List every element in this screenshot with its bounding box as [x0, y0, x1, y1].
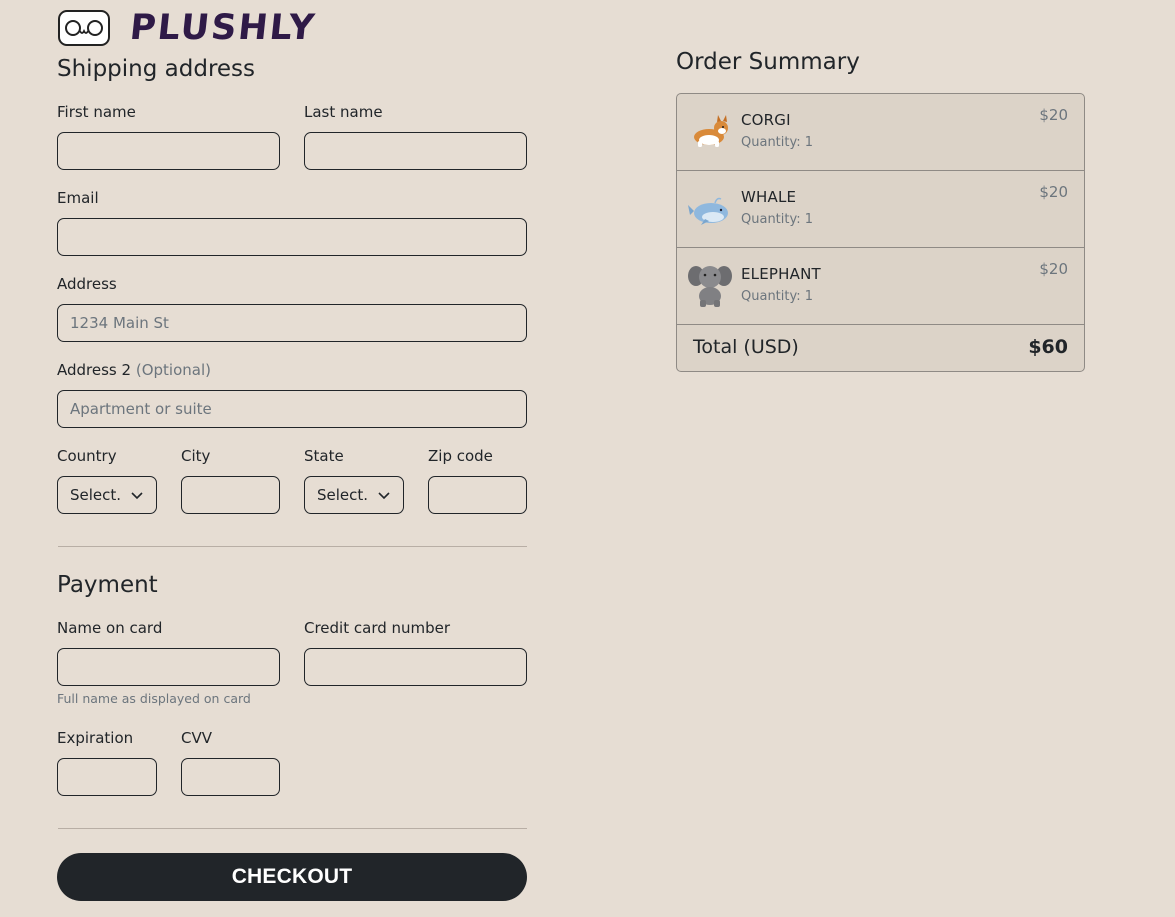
card-number-field[interactable]	[304, 648, 527, 686]
elephant-plush-icon	[688, 266, 732, 307]
country-select-value: Select.	[70, 486, 122, 504]
last-name-label: Last name	[304, 103, 383, 121]
zip-field[interactable]	[428, 476, 527, 514]
item-price: $20	[1039, 260, 1068, 278]
plush-face-icon	[58, 10, 110, 46]
item-price: $20	[1039, 183, 1068, 201]
payment-title: Payment	[57, 572, 158, 598]
address-field[interactable]	[57, 304, 527, 342]
name-on-card-label: Name on card	[57, 619, 163, 637]
city-label: City	[181, 447, 211, 465]
order-summary-list: CORGI Quantity: 1 $20 WHALE Quantity: 1 …	[676, 93, 1085, 372]
zip-label: Zip code	[428, 447, 493, 465]
total-label: Total (USD)	[693, 336, 799, 358]
address2-label-text: Address 2	[57, 361, 132, 379]
item-quantity: Quantity: 1	[741, 212, 814, 227]
list-item: WHALE Quantity: 1 $20	[677, 171, 1084, 248]
item-name: ELEPHANT	[741, 265, 821, 283]
first-name-label: First name	[57, 103, 136, 121]
item-price: $20	[1039, 106, 1068, 124]
order-total-row: Total (USD) $60	[677, 325, 1084, 371]
country-label: Country	[57, 447, 117, 465]
optional-hint: (Optional)	[135, 361, 211, 379]
item-quantity: Quantity: 1	[741, 135, 814, 150]
expiration-field[interactable]	[57, 758, 157, 796]
email-field[interactable]	[57, 218, 527, 256]
email-label: Email	[57, 189, 99, 207]
corgi-plush-icon	[694, 115, 728, 147]
list-item: ELEPHANT Quantity: 1 $20	[677, 248, 1084, 325]
total-value: $60	[1028, 336, 1068, 358]
country-select[interactable]: Select.	[57, 476, 157, 514]
chevron-down-icon	[131, 492, 143, 500]
item-name: WHALE	[741, 188, 797, 206]
item-quantity: Quantity: 1	[741, 289, 814, 304]
expiration-label: Expiration	[57, 729, 134, 747]
address2-label: Address 2 (Optional)	[57, 361, 211, 379]
divider	[58, 828, 527, 829]
brand-logo[interactable]: PLUSHLY	[58, 8, 318, 48]
first-name-field[interactable]	[57, 132, 280, 170]
name-on-card-field[interactable]	[57, 648, 280, 686]
state-select[interactable]: Select.	[304, 476, 404, 514]
cvv-field[interactable]	[181, 758, 280, 796]
whale-plush-icon	[688, 197, 728, 225]
order-summary-title: Order Summary	[676, 49, 860, 75]
address2-field[interactable]	[57, 390, 527, 428]
city-field[interactable]	[181, 476, 280, 514]
brand-name: PLUSHLY	[127, 8, 318, 48]
item-name: CORGI	[741, 111, 791, 129]
shipping-title: Shipping address	[57, 56, 256, 82]
card-number-label: Credit card number	[304, 619, 451, 637]
state-label: State	[304, 447, 344, 465]
cvv-label: CVV	[181, 729, 212, 747]
state-select-value: Select.	[317, 486, 369, 504]
divider	[58, 546, 527, 547]
checkout-button[interactable]: CHECKOUT	[57, 853, 527, 901]
address-label: Address	[57, 275, 117, 293]
list-item: CORGI Quantity: 1 $20	[677, 94, 1084, 171]
name-on-card-help: Full name as displayed on card	[57, 691, 251, 706]
last-name-field[interactable]	[304, 132, 527, 170]
chevron-down-icon	[378, 492, 390, 500]
